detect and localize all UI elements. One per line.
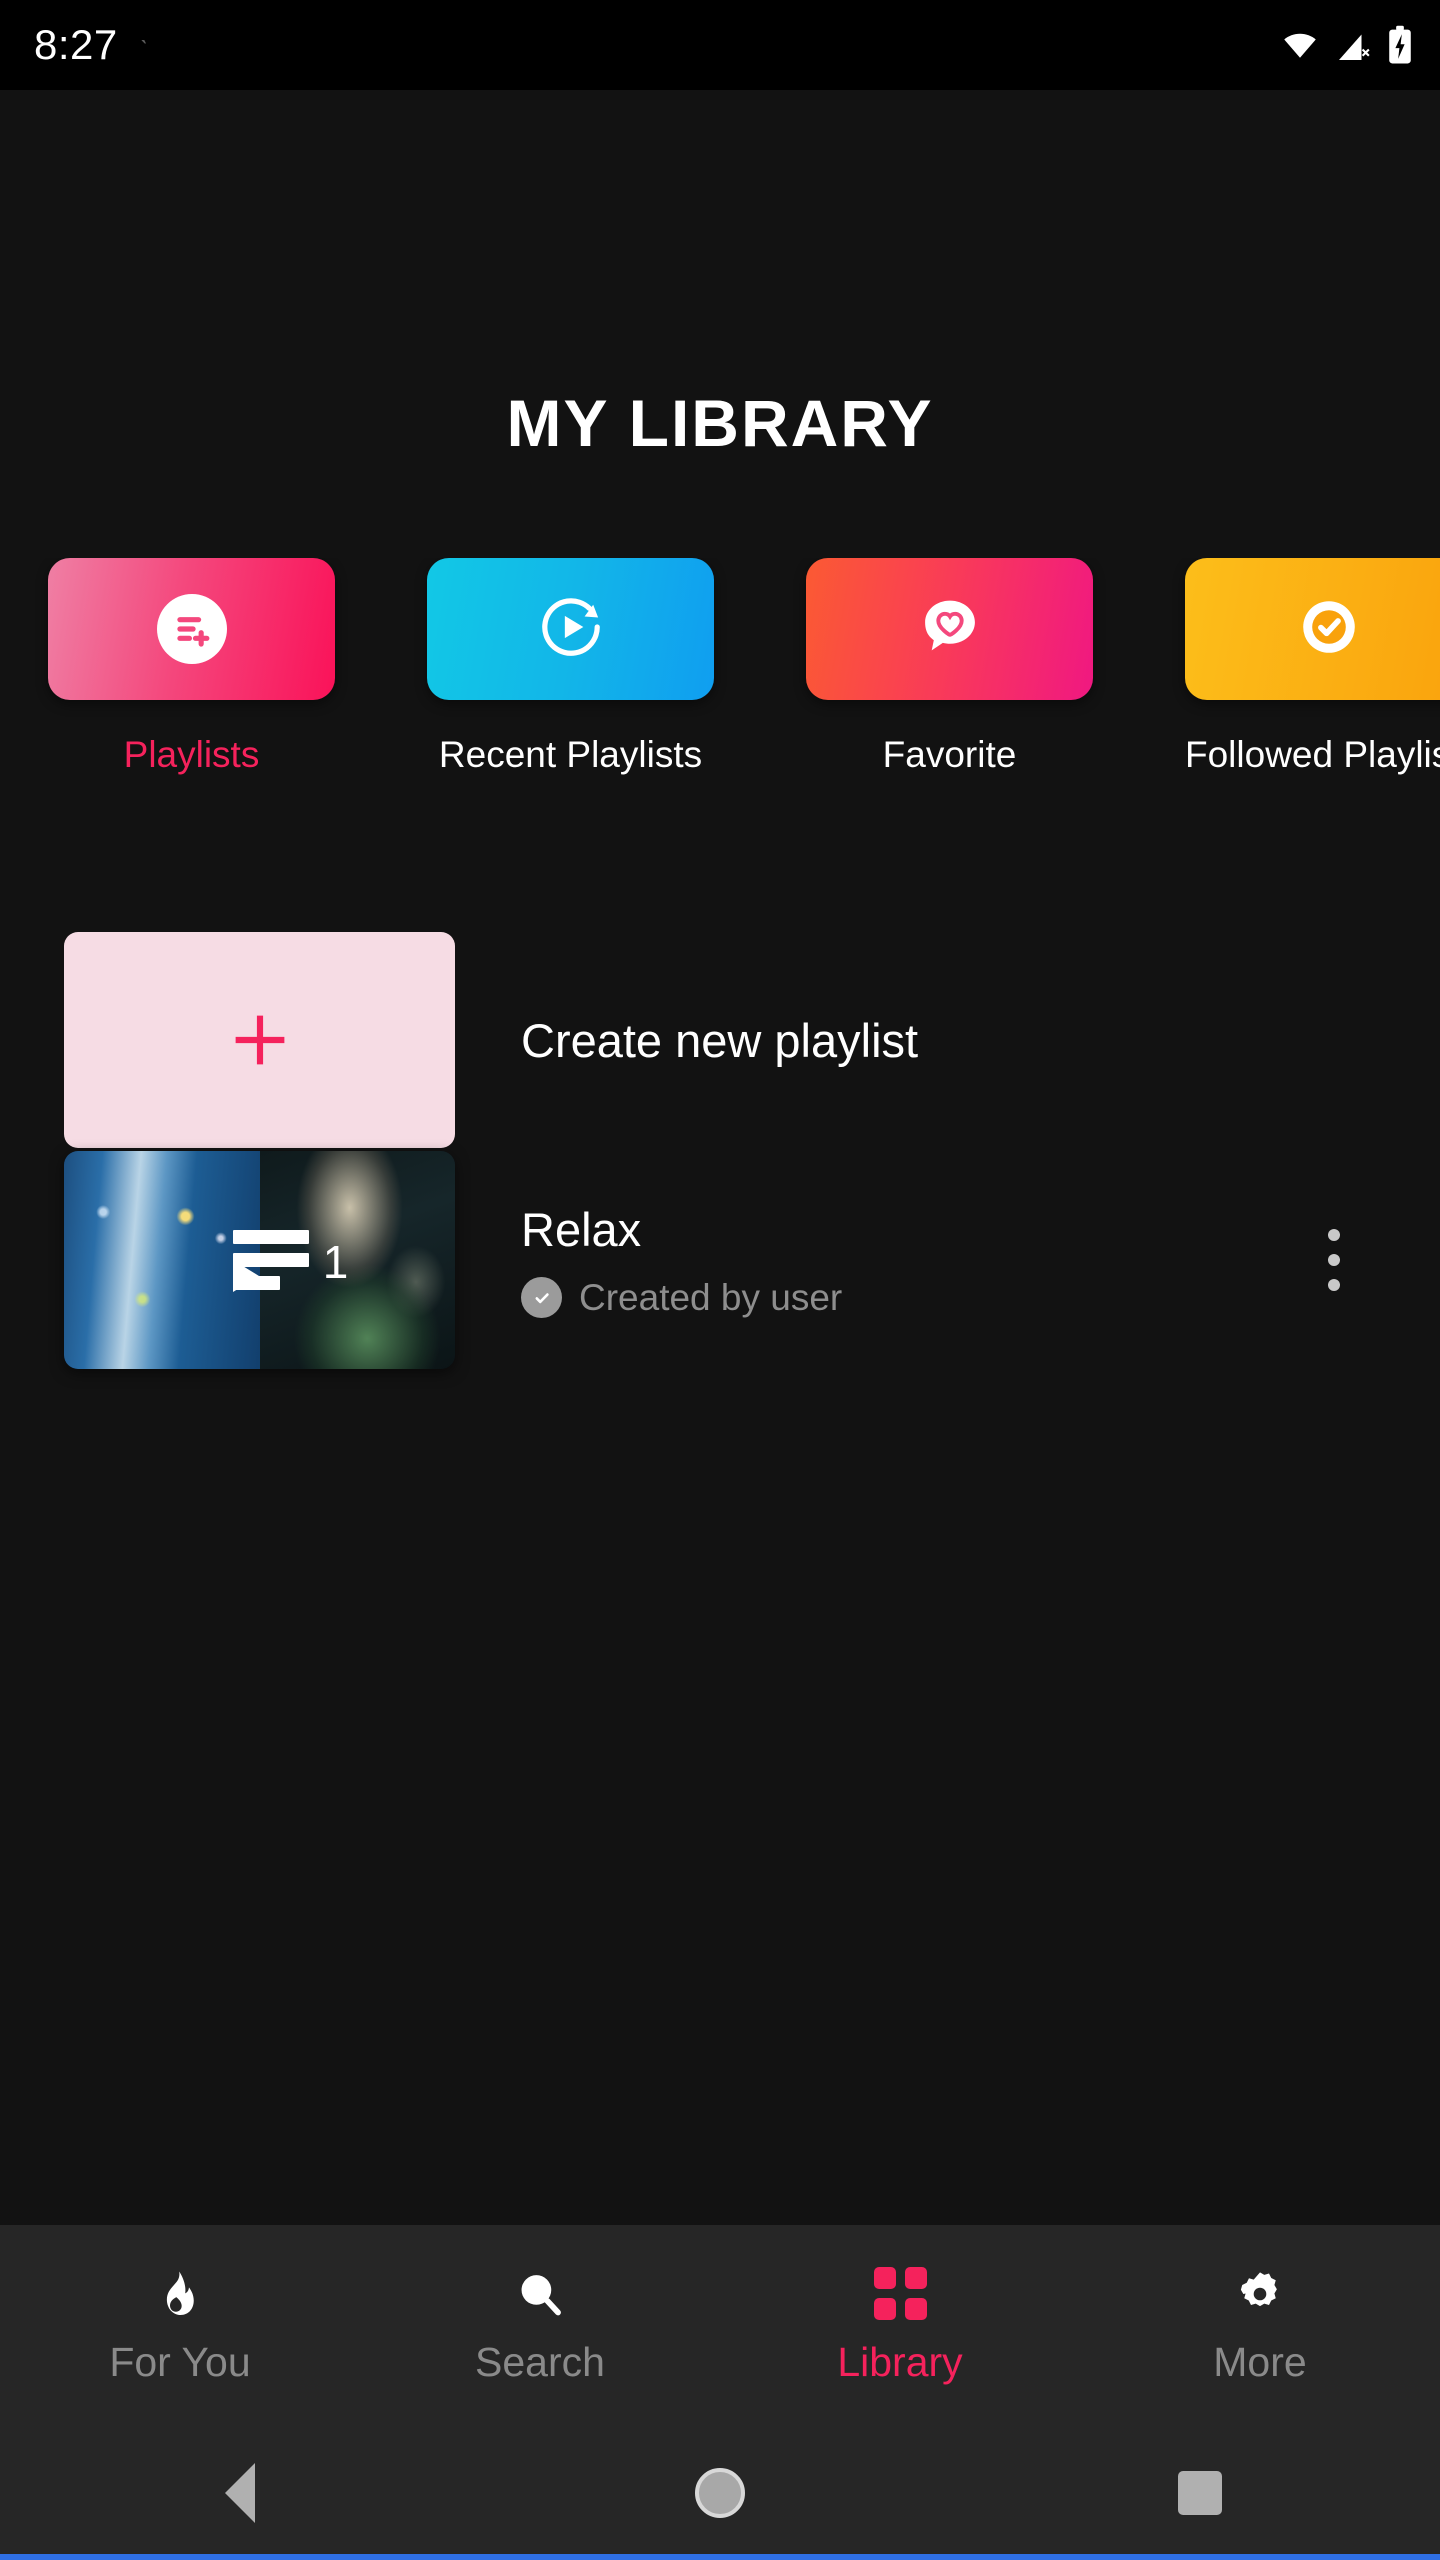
playlist-count-overlay: 1 bbox=[64, 1151, 455, 1369]
create-playlist-thumbnail[interactable] bbox=[64, 932, 455, 1148]
plus-icon bbox=[235, 1015, 284, 1065]
category-item-favorite[interactable]: Favorite bbox=[806, 558, 1093, 776]
gear-icon bbox=[1233, 2265, 1287, 2323]
category-item-followed-playlists[interactable]: Followed Playlists bbox=[1185, 558, 1440, 776]
status-bar: 8:27 ˋ bbox=[0, 0, 1440, 90]
create-playlist-label: Create new playlist bbox=[521, 1013, 919, 1067]
playlist-subtitle-row: Created by user bbox=[521, 1277, 842, 1319]
create-new-playlist-row[interactable]: Create new playlist bbox=[0, 930, 1440, 1150]
category-card-playlists[interactable] bbox=[48, 558, 335, 700]
status-left-glyph: ˋ bbox=[139, 34, 149, 65]
nav-home-button[interactable] bbox=[480, 2467, 960, 2518]
triangle-back-icon bbox=[225, 2462, 255, 2523]
tab-search[interactable]: Search bbox=[360, 2225, 720, 2425]
category-strip[interactable]: Playlists Recent Playlists Favorite Foll… bbox=[0, 558, 1440, 788]
app-screen: 8:27 ˋ MY LIBRARY Playlists Recent Playl… bbox=[0, 0, 1440, 2560]
nav-recents-button[interactable] bbox=[960, 2470, 1440, 2515]
category-label-recent-playlists: Recent Playlists bbox=[438, 734, 703, 775]
playlist-list: Create new playlist 1 Relax Created by u… bbox=[0, 930, 1440, 1370]
cellular-off-icon bbox=[1339, 34, 1370, 60]
circle-home-icon bbox=[695, 2467, 745, 2518]
tab-label-more: More bbox=[1213, 2338, 1307, 2385]
wifi-icon bbox=[1284, 33, 1316, 58]
page-title: MY LIBRARY bbox=[506, 386, 934, 460]
category-item-recent-playlists[interactable]: Recent Playlists bbox=[427, 558, 714, 776]
grid-icon bbox=[873, 2265, 927, 2323]
category-card-favorite[interactable] bbox=[806, 558, 1093, 700]
tab-label-search: Search bbox=[475, 2338, 605, 2385]
heart-bubble-icon bbox=[914, 591, 986, 668]
playlist-text: Relax Created by user bbox=[521, 1202, 842, 1319]
category-label-favorite: Favorite bbox=[882, 734, 1017, 775]
nav-back-button[interactable] bbox=[0, 2462, 480, 2523]
playlist-subtitle: Created by user bbox=[579, 1276, 843, 1318]
category-item-playlists[interactable]: Playlists bbox=[48, 558, 335, 776]
more-vertical-icon[interactable] bbox=[1310, 1211, 1358, 1309]
playlist-row-relax[interactable]: 1 Relax Created by user bbox=[0, 1150, 1440, 1370]
category-card-followed-playlists[interactable] bbox=[1185, 558, 1440, 700]
playlist-thumbnail[interactable]: 1 bbox=[64, 1151, 455, 1369]
history-play-icon bbox=[534, 590, 608, 669]
category-label-playlists: Playlists bbox=[123, 734, 260, 775]
create-playlist-text: Create new playlist bbox=[521, 1013, 918, 1068]
tab-library[interactable]: Library bbox=[720, 2225, 1080, 2425]
tab-for-you[interactable]: For You bbox=[0, 2225, 360, 2425]
category-card-recent-playlists[interactable] bbox=[427, 558, 714, 700]
playlist-count: 1 bbox=[322, 1236, 349, 1288]
screen-bottom-edge bbox=[0, 2554, 1440, 2560]
flame-icon bbox=[155, 2265, 205, 2323]
bottom-tab-bar: For You Search Library More bbox=[0, 2225, 1440, 2425]
check-badge-icon bbox=[521, 1277, 562, 1318]
search-icon bbox=[513, 2265, 567, 2323]
tab-label-library: Library bbox=[837, 2338, 963, 2385]
status-time: 8:27 bbox=[34, 21, 118, 68]
playlist-add-icon bbox=[156, 594, 227, 664]
category-label-followed-playlists: Followed Playlists bbox=[1185, 734, 1440, 775]
status-icons bbox=[1278, 25, 1414, 65]
square-recents-icon bbox=[1178, 2470, 1222, 2515]
tab-more[interactable]: More bbox=[1080, 2225, 1440, 2425]
check-circle-icon bbox=[1293, 591, 1365, 668]
playlist-stack-icon bbox=[232, 1230, 309, 1292]
tab-label-for-you: For You bbox=[109, 2338, 251, 2385]
playlist-title: Relax bbox=[521, 1202, 642, 1256]
system-navigation-bar bbox=[0, 2425, 1440, 2560]
battery-charging-icon bbox=[1389, 25, 1411, 64]
